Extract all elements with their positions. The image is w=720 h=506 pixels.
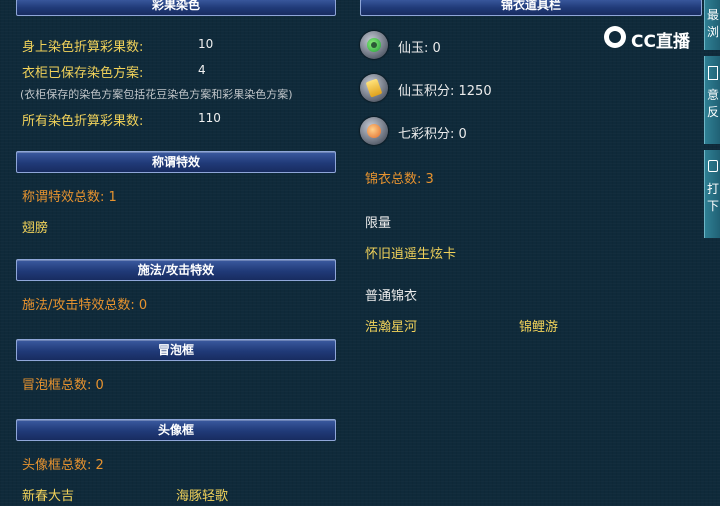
- normal-costume-header: 普通锦衣: [365, 289, 418, 304]
- wardrobe-saved-value: 4: [198, 63, 206, 77]
- dye-section-header: 彩果染色: [16, 0, 336, 16]
- avatar-frame-item[interactable]: 海豚轻歌: [176, 485, 228, 504]
- cc-logo-text: CC直播: [631, 32, 690, 52]
- dye-all-label: 所有染色折算彩果数:: [22, 114, 144, 129]
- bubble-frame-total: 冒泡框总数: 0: [22, 378, 104, 393]
- cast-effects-total: 施法/攻击特效总数: 0: [22, 298, 148, 313]
- avatar-frame-header: 头像框: [16, 419, 336, 441]
- limited-costume-item[interactable]: 怀旧逍遥生炫卡: [365, 243, 456, 262]
- download-icon: [708, 160, 718, 172]
- title-effects-header: 称谓特效: [16, 151, 336, 173]
- avatar-frame-item[interactable]: 新春大吉: [22, 485, 74, 504]
- side-tab-latest[interactable]: 最 浏: [704, 0, 720, 50]
- wardrobe-saved-label: 衣柜已保存染色方案:: [22, 66, 144, 81]
- jade-icon: [360, 31, 388, 59]
- jade-label: 仙玉: 0: [398, 41, 441, 56]
- rainbow-points-icon: [360, 117, 388, 145]
- dye-worn-label: 身上染色折算彩果数:: [22, 40, 144, 55]
- jade-points-icon: [360, 74, 388, 102]
- avatar-frame-total: 头像框总数: 2: [22, 458, 104, 473]
- rainbow-points-label: 七彩积分: 0: [398, 127, 467, 142]
- feedback-icon: [708, 66, 718, 80]
- dye-worn-value: 10: [198, 37, 214, 51]
- costume-bar-header: 锦衣道具栏: [360, 0, 702, 16]
- normal-costume-item[interactable]: 锦鲤游: [519, 316, 558, 335]
- wardrobe-note: (衣柜保存的染色方案包括花豆染色方案和彩果染色方案): [20, 88, 293, 101]
- side-tab-download[interactable]: 打 下: [704, 150, 720, 238]
- jade-points-label: 仙玉积分: 1250: [398, 84, 492, 99]
- side-tab-feedback[interactable]: 意 反: [704, 56, 720, 144]
- cast-effects-header: 施法/攻击特效: [16, 259, 336, 281]
- limited-header: 限量: [365, 216, 392, 231]
- normal-costume-item[interactable]: 浩瀚星河: [365, 316, 417, 335]
- cc-logo-icon: [604, 26, 626, 48]
- costume-total: 锦衣总数: 3: [365, 172, 434, 187]
- cc-live-logo: CC直播: [604, 25, 700, 52]
- bubble-frame-header: 冒泡框: [16, 339, 336, 361]
- title-effects-total: 称谓特效总数: 1: [22, 190, 117, 205]
- title-effect-item[interactable]: 翅膀: [22, 217, 48, 236]
- dye-all-value: 110: [198, 111, 221, 125]
